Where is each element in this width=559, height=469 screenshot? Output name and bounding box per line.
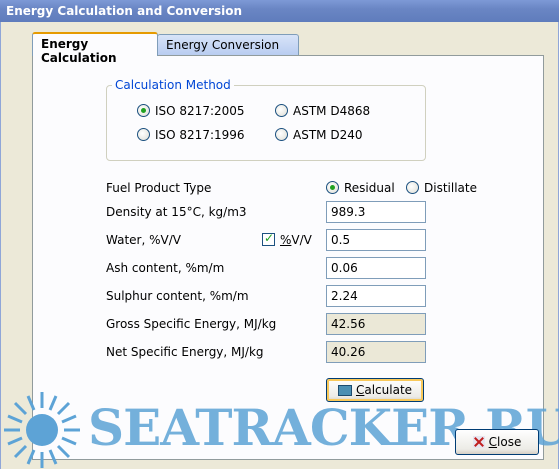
calculate-button[interactable]: Calculate	[326, 378, 424, 402]
radio-label-iso-8217-1996: ISO 8217:1996	[155, 128, 245, 142]
checkmark-icon: ✓	[264, 231, 275, 245]
water-volume-checkbox-label: %V/V	[280, 233, 312, 247]
close-button[interactable]: Close	[455, 429, 539, 455]
radio-label-residual: Residual	[344, 181, 395, 195]
radio-label-astm-d240: ASTM D240	[293, 128, 363, 142]
calculation-method-group	[106, 85, 426, 161]
close-button-label: Close	[488, 435, 522, 449]
radio-iso-8217-2005[interactable]	[137, 104, 150, 117]
calculate-button-label: Calculate	[355, 383, 413, 397]
gross-energy-output: 42.56	[326, 313, 426, 335]
ash-label: Ash content, %m/m	[106, 261, 225, 275]
sulphur-label: Sulphur content, %m/m	[106, 289, 249, 303]
radio-label-astm-d4868: ASTM D4868	[293, 104, 371, 118]
radio-label-iso-8217-2005: ISO 8217:2005	[155, 104, 245, 118]
radio-iso-8217-1996[interactable]	[137, 128, 150, 141]
tab-energy-calculation[interactable]: Energy Calculation	[32, 32, 158, 65]
fuel-type-label: Fuel Product Type	[106, 181, 212, 195]
radio-residual[interactable]	[326, 181, 339, 194]
water-volume-checkbox[interactable]: ✓	[262, 231, 275, 246]
radio-astm-d4868[interactable]	[275, 104, 288, 117]
radio-label-distillate: Distillate	[424, 181, 477, 195]
window-title: Energy Calculation and Conversion	[0, 0, 559, 22]
tab-label: Energy Calculation	[41, 37, 117, 65]
calculation-method-legend: Calculation Method	[112, 78, 234, 92]
density-input[interactable]: 989.3	[326, 201, 426, 223]
water-input[interactable]: 0.5	[326, 229, 426, 251]
tab-label: Energy Conversion	[166, 38, 280, 52]
sulphur-input[interactable]: 2.24	[326, 285, 426, 307]
sun-logo-icon	[4, 392, 80, 468]
close-icon	[472, 436, 485, 448]
radio-astm-d240[interactable]	[275, 128, 288, 141]
water-label: Water, %V/V	[106, 233, 181, 247]
calculator-icon	[337, 384, 352, 396]
radio-distillate[interactable]	[406, 181, 419, 194]
net-energy-output: 40.26	[326, 341, 426, 363]
net-energy-label: Net Specific Energy, MJ/kg	[106, 345, 264, 359]
gross-energy-label: Gross Specific Energy, MJ/kg	[106, 317, 277, 331]
ash-input[interactable]: 0.06	[326, 257, 426, 279]
tab-energy-conversion[interactable]: Energy Conversion	[157, 34, 299, 56]
density-label: Density at 15°C, kg/m3	[106, 205, 247, 219]
